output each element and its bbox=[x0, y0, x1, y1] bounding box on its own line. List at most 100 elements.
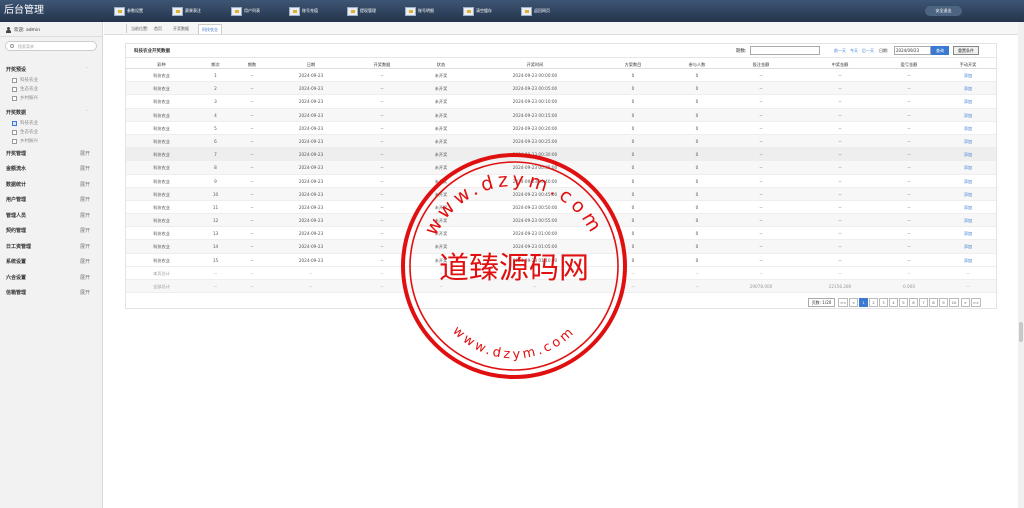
issue-input[interactable] bbox=[750, 46, 820, 55]
sidebar-group-liuhe[interactable]: 六合设置 展开 bbox=[6, 274, 94, 281]
cell-round: -- bbox=[213, 270, 218, 276]
cell-manual-draw[interactable]: 添加 bbox=[940, 148, 996, 161]
cell-participant-count: 0 bbox=[695, 218, 699, 224]
sidebar-group-mail[interactable]: 信箱管理 展开 bbox=[6, 289, 94, 296]
file-icon bbox=[12, 129, 17, 135]
page-button[interactable]: 10 bbox=[949, 298, 959, 307]
cell-issue: -- bbox=[250, 284, 254, 289]
cell-manual-draw[interactable]: 添加 bbox=[940, 109, 996, 122]
today-link[interactable]: 今天 bbox=[850, 48, 858, 54]
page-button[interactable]: 5 bbox=[899, 298, 908, 307]
sidebar-group-system[interactable]: 系统设置 展开 bbox=[6, 258, 94, 265]
sidebar-group-flow[interactable]: 金额流水 展开 bbox=[6, 165, 94, 172]
page-button[interactable]: 2 bbox=[869, 298, 878, 307]
cell-lottery-type: 科技农业 bbox=[153, 204, 170, 210]
scrollbar-thumb[interactable] bbox=[1019, 322, 1023, 342]
sidebar-group-users[interactable]: 用户管理 展开 bbox=[6, 196, 94, 203]
prev-day-link[interactable]: 前一天 bbox=[834, 48, 846, 54]
expand-toggle[interactable]: 展开 bbox=[80, 227, 90, 234]
sidebar-section-data[interactable]: 开奖数据 bbox=[6, 109, 26, 116]
cell-bet-amount: -- bbox=[759, 270, 763, 276]
expand-toggle[interactable]: 展开 bbox=[80, 150, 90, 157]
sidebar-section-preset[interactable]: 开奖预设 bbox=[6, 66, 26, 73]
breadcrumb-current[interactable]: 科技农业 bbox=[198, 24, 222, 34]
sidebar-group-draw[interactable]: 开奖管理 展开 bbox=[6, 150, 94, 157]
page-scrollbar[interactable] bbox=[1018, 22, 1024, 508]
top-nav-recharge[interactable]: 账号充值 bbox=[289, 3, 318, 19]
cell-bet-amount: -- bbox=[759, 191, 763, 197]
top-nav-label: 账号充值 bbox=[302, 8, 318, 13]
breadcrumb-home[interactable]: 首页 bbox=[154, 25, 162, 32]
page-button[interactable]: 1 bbox=[859, 298, 868, 307]
expand-toggle[interactable]: 展开 bbox=[80, 289, 90, 296]
collapse-toggle[interactable]: - bbox=[86, 66, 88, 71]
cell-manual-draw[interactable]: 添加 bbox=[940, 214, 996, 227]
top-nav-withdraw[interactable]: 提现管理 bbox=[347, 3, 376, 19]
sidebar-search-input[interactable]: 搜索菜单 bbox=[5, 41, 97, 51]
sidebar-item-data-eco[interactable]: 生态农业 bbox=[12, 129, 38, 135]
sidebar-item-data-rural[interactable]: 乡村振兴 bbox=[12, 138, 38, 144]
next-day-link[interactable]: 后一天 bbox=[862, 48, 874, 54]
sidebar-item-preset-tech[interactable]: 科技农业 bbox=[12, 77, 38, 83]
expand-toggle[interactable]: 展开 bbox=[80, 212, 90, 219]
cell-bet-amount: -- bbox=[759, 178, 763, 184]
cell-participant-count: 0 bbox=[695, 204, 699, 210]
reset-button[interactable]: 重置条件 bbox=[953, 46, 979, 55]
sidebar-group-admins[interactable]: 管理人员 展开 bbox=[6, 212, 94, 219]
top-nav-account[interactable]: 账号明细 bbox=[405, 3, 434, 19]
cell-round: 7 bbox=[214, 152, 217, 158]
top-nav-cache[interactable]: 清空缓存 bbox=[463, 3, 492, 19]
collapse-toggle[interactable]: - bbox=[86, 109, 88, 114]
cell-manual-draw[interactable]: 添加 bbox=[940, 135, 996, 148]
page-button[interactable]: 4 bbox=[889, 298, 898, 307]
cell-status: 未开奖 bbox=[434, 86, 448, 92]
top-nav-users[interactable]: 用户列表 bbox=[231, 3, 260, 19]
cell-round: 6 bbox=[214, 138, 217, 144]
expand-toggle[interactable]: 展开 bbox=[80, 258, 90, 265]
expand-toggle[interactable]: 展开 bbox=[80, 181, 90, 188]
page-button[interactable]: 6 bbox=[909, 298, 918, 307]
page-button[interactable]: 3 bbox=[879, 298, 888, 307]
first-page-button[interactable]: << bbox=[838, 298, 848, 307]
cell-manual-draw[interactable]: 添加 bbox=[940, 240, 996, 253]
cell-manual-draw[interactable]: 添加 bbox=[940, 82, 996, 95]
sidebar-group-contracts[interactable]: 契约管理 展开 bbox=[6, 227, 94, 234]
top-nav-home[interactable]: 返回网页 bbox=[521, 3, 550, 19]
expand-toggle[interactable]: 展开 bbox=[80, 243, 90, 250]
column-header-round: 期次 bbox=[211, 62, 220, 67]
sidebar-group-wages[interactable]: 日工资管理 展开 bbox=[6, 243, 94, 250]
prev-page-button[interactable]: < bbox=[849, 298, 858, 307]
cell-profit-amount: -- bbox=[907, 231, 911, 237]
logout-button[interactable]: 安全退出 bbox=[925, 6, 962, 16]
page-button[interactable]: 8 bbox=[929, 298, 938, 307]
cell-manual-draw[interactable]: 添加 bbox=[940, 227, 996, 240]
last-page-button[interactable]: >> bbox=[971, 298, 981, 307]
cell-manual-draw[interactable]: 添加 bbox=[940, 188, 996, 201]
date-input[interactable]: 2024/09/23 bbox=[894, 46, 931, 55]
cell-manual-draw[interactable]: 添加 bbox=[940, 122, 996, 135]
sidebar-item-data-tech[interactable]: 科技农业 bbox=[12, 120, 38, 126]
cell-participant-count: 0 bbox=[695, 112, 699, 118]
next-page-button[interactable]: > bbox=[961, 298, 970, 307]
breadcrumb-level1[interactable]: 开奖数据 bbox=[173, 25, 189, 32]
page-button[interactable]: 9 bbox=[939, 298, 948, 307]
sidebar-item-preset-eco[interactable]: 生态农业 bbox=[12, 86, 38, 92]
sidebar-group-label: 契约管理 bbox=[6, 228, 27, 234]
cell-manual-draw[interactable]: 添加 bbox=[940, 95, 996, 108]
expand-toggle[interactable]: 展开 bbox=[80, 274, 90, 281]
page-button[interactable]: 7 bbox=[919, 298, 928, 307]
expand-toggle[interactable]: 展开 bbox=[80, 196, 90, 203]
cell-manual-draw[interactable]: 添加 bbox=[940, 161, 996, 174]
query-button[interactable]: 查询 bbox=[931, 46, 949, 55]
cell-manual-draw[interactable]: 添加 bbox=[940, 69, 996, 82]
top-nav-settings[interactable]: 参数设置 bbox=[114, 3, 143, 19]
sidebar-item-label: 科技农业 bbox=[20, 78, 38, 83]
cell-bet-amount: -- bbox=[759, 218, 763, 224]
sidebar-group-stats[interactable]: 数据统计 展开 bbox=[6, 181, 94, 188]
cell-manual-draw[interactable]: 添加 bbox=[940, 201, 996, 214]
cell-manual-draw[interactable]: 添加 bbox=[940, 254, 996, 267]
cell-manual-draw[interactable]: 添加 bbox=[940, 175, 996, 188]
top-nav-records[interactable]: 赛果表注 bbox=[172, 3, 201, 19]
sidebar-item-preset-rural[interactable]: 乡村振兴 bbox=[12, 95, 38, 101]
expand-toggle[interactable]: 展开 bbox=[80, 165, 90, 172]
